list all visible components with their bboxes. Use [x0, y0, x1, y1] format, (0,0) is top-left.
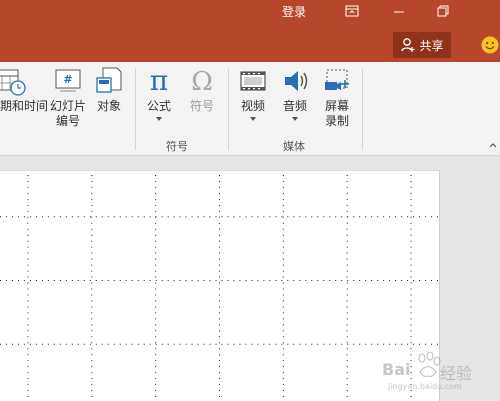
- omega-icon: Ω: [191, 67, 213, 96]
- svg-text:π: π: [150, 66, 168, 96]
- symbol-button[interactable]: Ω 符号: [185, 66, 219, 114]
- feedback-smiley-icon[interactable]: [481, 36, 499, 54]
- chevron-down-icon: [292, 117, 298, 121]
- login-link[interactable]: 登录: [282, 3, 306, 20]
- watermark-text-jingyan: 经验: [440, 364, 473, 383]
- ribbon-insert-tab: 日期和时间 # 幻灯片 编号 对象 π 公式 Ω 符: [0, 62, 500, 156]
- slide-number-label-2: 编号: [55, 114, 80, 128]
- symbol-label: 符号: [189, 99, 214, 113]
- group-separator: [135, 68, 136, 150]
- person-add-icon: [401, 38, 415, 52]
- screen-recording-button[interactable]: 屏幕 录制: [320, 66, 354, 129]
- object-label: 对象: [96, 99, 121, 113]
- collapse-ribbon-icon[interactable]: [488, 140, 498, 150]
- slide-number-button[interactable]: # 幻灯片 编号: [48, 66, 88, 129]
- pi-icon: π: [150, 66, 168, 96]
- audio-label: 音频: [282, 99, 307, 113]
- screen-recording-icon: [325, 69, 349, 90]
- equation-label: 公式: [146, 99, 171, 113]
- restore-icon[interactable]: [433, 2, 453, 20]
- speaker-icon: [285, 71, 308, 91]
- video-label: 视频: [240, 99, 265, 113]
- slide-number-label-1: 幻灯片: [49, 99, 86, 113]
- svg-text:#: #: [63, 73, 72, 86]
- chevron-down-icon: [156, 117, 162, 121]
- svg-text:Ω: Ω: [191, 67, 213, 96]
- title-bar: 登录 共享: [0, 0, 500, 62]
- screen-recording-label-1: 屏幕: [324, 99, 349, 113]
- video-button[interactable]: 视频: [236, 66, 270, 122]
- calendar-clock-icon: [0, 69, 26, 96]
- slide-number-icon: #: [55, 69, 81, 92]
- date-time-button[interactable]: 日期和时间: [0, 66, 49, 114]
- date-time-label: 日期和时间: [0, 99, 49, 113]
- group-label-symbols: 符号: [166, 140, 188, 153]
- chevron-down-icon: [250, 117, 256, 121]
- slide-canvas[interactable]: [0, 170, 440, 401]
- equation-button[interactable]: π 公式: [142, 66, 176, 122]
- share-label: 共享: [419, 38, 444, 53]
- object-icon: [96, 67, 122, 93]
- object-button[interactable]: 对象: [92, 66, 126, 114]
- watermark-url: jingyan.baidu.com: [388, 382, 462, 391]
- group-separator: [362, 68, 363, 150]
- group-label-media: 媒体: [283, 140, 305, 153]
- watermark-text-bai: Bai: [382, 360, 411, 379]
- film-strip-icon: [240, 71, 266, 91]
- share-button[interactable]: 共享: [393, 32, 451, 58]
- ribbon-display-options-icon[interactable]: [342, 2, 362, 20]
- minimize-icon[interactable]: [389, 2, 409, 20]
- audio-button[interactable]: 音频: [278, 66, 312, 122]
- dotted-gridlines: [0, 174, 439, 401]
- screen-recording-label-2: 录制: [324, 114, 349, 128]
- baidu-watermark: Bai 经验 jingyan.baidu.com: [380, 352, 495, 396]
- group-separator: [228, 68, 229, 150]
